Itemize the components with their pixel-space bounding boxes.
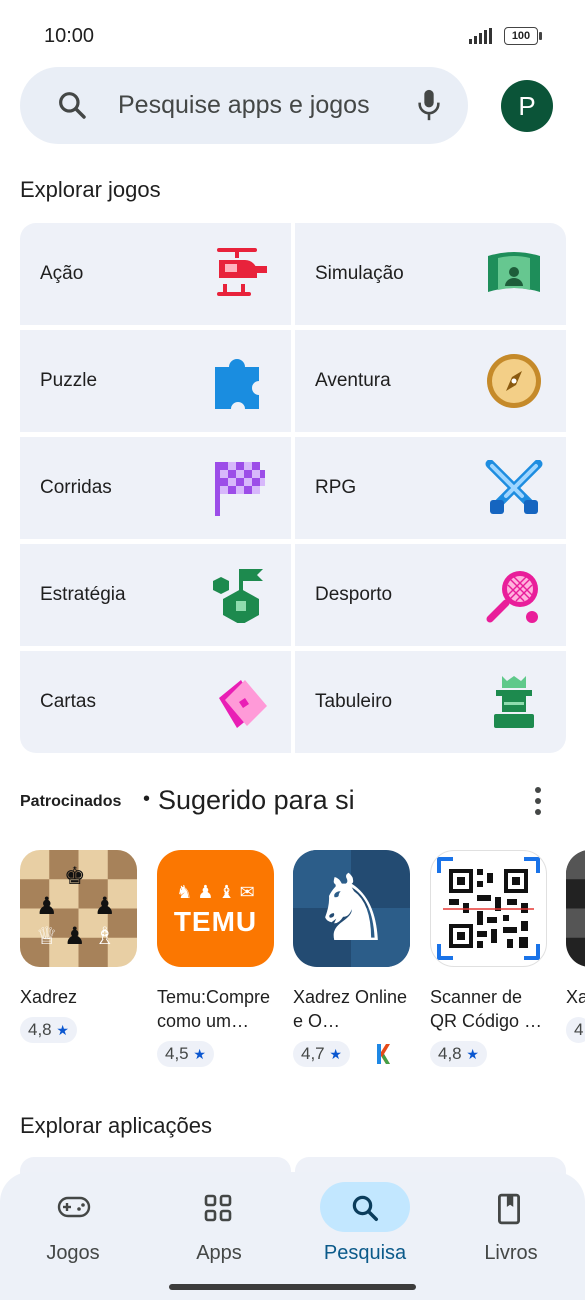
app-name: Xa jog… <box>566 987 585 1007</box>
chess-board-icon: ♚ ♟ ♟ ♕ ♟ ♗ <box>20 850 137 967</box>
category-label: Ação <box>40 263 84 284</box>
battery-icon: 100 <box>504 27 542 45</box>
microphone-icon[interactable] <box>415 87 443 123</box>
tennis-racket-icon <box>486 571 538 623</box>
category-label: Cartas <box>40 691 96 712</box>
chess-dark-icon <box>566 850 585 967</box>
gesture-handle[interactable] <box>169 1284 416 1290</box>
bottom-navigation: Jogos Apps Pesquisa Livros <box>0 1172 585 1300</box>
explore-games-title: Explorar jogos <box>20 177 161 202</box>
compass-icon <box>487 354 541 408</box>
app-rating: 4,8 ★ <box>20 1017 77 1043</box>
app-rating: 4,8 ★ <box>430 1041 487 1067</box>
checkered-flag-icon <box>215 462 265 516</box>
star-icon: ★ <box>329 1046 342 1062</box>
nav-pill-active <box>320 1182 410 1232</box>
star-icon: ★ <box>466 1046 479 1062</box>
gamepad-icon <box>57 1196 91 1218</box>
cards-icon <box>219 680 267 728</box>
nav-label: Pesquisa <box>323 1242 407 1264</box>
category-label: Corridas <box>40 477 112 498</box>
category-label: Aventura <box>315 370 391 391</box>
nav-label: Apps <box>196 1242 242 1264</box>
category-tile-puzzle[interactable]: Puzzle <box>20 330 291 432</box>
app-name: Xadrez Online e O… <box>293 987 408 1031</box>
category-tile-rpg[interactable]: RPG <box>295 437 566 539</box>
explore-apps-title: Explorar aplicações <box>20 1113 212 1138</box>
app-card[interactable]: ♞ Xadrez Online e O… 4,7 ★ <box>293 850 418 1067</box>
qr-code-icon <box>430 850 547 967</box>
search-icon <box>59 92 86 119</box>
nav-item-livros[interactable]: Livros <box>438 1182 584 1265</box>
status-bar: 10:00 100 <box>0 0 585 70</box>
category-label: Tabuleiro <box>315 691 393 712</box>
simulation-screen-icon <box>488 252 540 292</box>
category-label: RPG <box>315 477 357 498</box>
app-name: Scanner de QR Código … <box>430 987 543 1031</box>
star-icon: ★ <box>56 1022 69 1038</box>
suggested-header: Patrocinados • Sugerido para si <box>20 785 565 819</box>
category-tile-acao[interactable]: Ação <box>20 223 291 325</box>
nav-label: Livros <box>484 1242 538 1264</box>
avatar[interactable]: P <box>501 80 553 132</box>
app-card[interactable]: Scanner de QR Código … 4,8 ★ <box>430 850 555 1067</box>
book-icon <box>498 1193 520 1225</box>
category-tile-desporto[interactable]: Desporto <box>295 544 566 646</box>
rating-value: 4,8 <box>28 1020 52 1039</box>
strategy-flag-icon <box>213 569 263 623</box>
category-tile-tabuleiro[interactable]: Tabuleiro <box>295 651 566 753</box>
rating-value: 4,5 <box>165 1044 189 1063</box>
rating-value: 4,7 <box>301 1044 325 1063</box>
category-tile-aventura[interactable]: Aventura <box>295 330 566 432</box>
puzzle-piece-icon <box>215 359 259 409</box>
category-label: Simulação <box>315 263 404 284</box>
kiwi-badge-icon <box>377 1044 390 1064</box>
nav-pill <box>174 1182 264 1232</box>
search-icon <box>352 1195 378 1221</box>
nav-item-pesquisa[interactable]: Pesquisa <box>292 1182 438 1265</box>
status-time: 10:00 <box>44 25 95 47</box>
nav-item-apps[interactable]: Apps <box>146 1182 292 1265</box>
category-label: Puzzle <box>40 370 98 391</box>
more-options-icon[interactable] <box>530 785 546 817</box>
nav-pill <box>466 1182 556 1232</box>
nav-item-jogos[interactable]: Jogos <box>0 1182 146 1265</box>
apps-grid-icon <box>204 1194 232 1222</box>
sponsored-label: Patrocinados <box>20 793 122 810</box>
separator-dot: • <box>143 788 151 810</box>
category-label: Estratégia <box>40 584 126 605</box>
category-tile-estrategia[interactable]: Estratégia <box>20 544 291 646</box>
crossed-swords-icon <box>485 460 543 514</box>
nav-pill <box>28 1182 118 1232</box>
temu-logo-text: TEMU <box>173 906 258 937</box>
app-name: Xadrez <box>20 987 78 1007</box>
temu-logo: ♞ ♟ ♝ ✉ TEMU <box>157 850 274 967</box>
chess-rook-icon <box>494 676 534 728</box>
suggested-apps-carousel[interactable]: ♚ ♟ ♟ ♕ ♟ ♗ Xadrez 4,8 ★ ♞ ♟ ♝ ✉ TEMU Te… <box>20 850 585 1070</box>
app-card[interactable]: ♚ ♟ ♟ ♕ ♟ ♗ Xadrez 4,8 ★ <box>20 850 145 1043</box>
app-card[interactable]: ♞ ♟ ♝ ✉ TEMU Temu:Compre como um… 4,5 ★ <box>157 850 282 1067</box>
category-label: Desporto <box>315 584 393 605</box>
signal-icon <box>469 28 492 44</box>
app-name: Temu:Compre como um… <box>157 987 271 1031</box>
rating-value: 4 <box>574 1020 584 1039</box>
app-rating: 4,7 ★ <box>293 1041 350 1067</box>
suggested-title: Sugerido para si <box>158 785 355 815</box>
rating-value: 4,8 <box>438 1044 462 1063</box>
app-rating: 4 <box>566 1017 585 1043</box>
category-tile-cartas[interactable]: Cartas <box>20 651 291 753</box>
nav-label: Jogos <box>46 1242 100 1264</box>
helicopter-icon <box>217 248 267 296</box>
app-rating: 4,5 ★ <box>157 1041 214 1067</box>
search-bar[interactable]: Pesquise apps e jogos <box>20 67 468 144</box>
chess-knight-icon: ♞ <box>293 850 410 967</box>
category-tile-simulacao[interactable]: Simulação <box>295 223 566 325</box>
category-tile-corridas[interactable]: Corridas <box>20 437 291 539</box>
search-input[interactable]: Pesquise apps e jogos <box>118 91 370 120</box>
star-icon: ★ <box>193 1046 206 1062</box>
app-card[interactable]: Xa jog… 4 <box>566 850 585 1043</box>
